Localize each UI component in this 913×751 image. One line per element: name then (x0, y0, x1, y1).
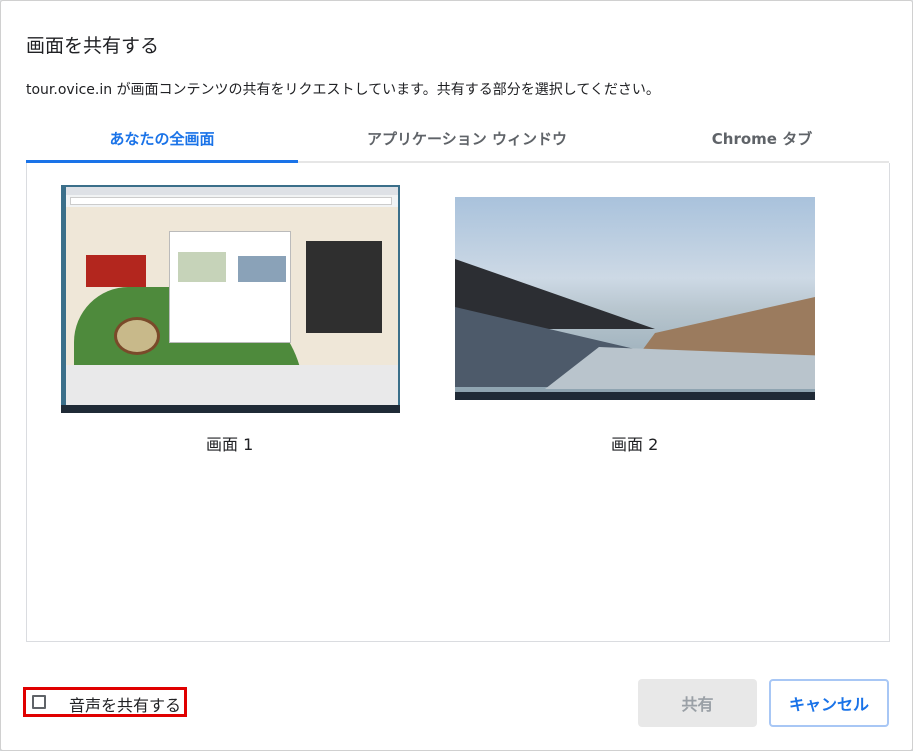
share-audio-label[interactable]: 音声を共有する (69, 692, 181, 716)
source-tabs: あなたの全画面 アプリケーション ウィンドウ Chrome タブ (26, 119, 889, 163)
source-screen-2[interactable]: 画面 2 (455, 197, 815, 455)
dialog-subtitle: tour.ovice.in が画面コンテンツの共有をリクエストしています。共有す… (26, 82, 660, 98)
screen-2-label: 画面 2 (611, 435, 659, 454)
tab-chrome-tab[interactable]: Chrome タブ (646, 119, 878, 161)
screen-1-label: 画面 1 (206, 435, 254, 454)
tab-entire-screen[interactable]: あなたの全画面 (26, 119, 298, 163)
source-panel: 画面 1 画面 2 (26, 163, 890, 642)
share-screen-dialog: 画面を共有する tour.ovice.in が画面コンテンツの共有をリクエストし… (0, 0, 913, 751)
cancel-button[interactable]: キャンセル (769, 679, 889, 727)
share-audio-checkbox[interactable] (32, 695, 46, 709)
share-audio-option: 音声を共有する (23, 687, 187, 717)
screen-1-thumbnail (61, 185, 400, 413)
tab-application-window[interactable]: アプリケーション ウィンドウ (326, 119, 608, 161)
dialog-title: 画面を共有する (26, 35, 160, 57)
screen-2-thumbnail (455, 197, 815, 400)
share-button[interactable]: 共有 (638, 679, 757, 727)
source-screen-1[interactable]: 画面 1 (61, 185, 400, 455)
